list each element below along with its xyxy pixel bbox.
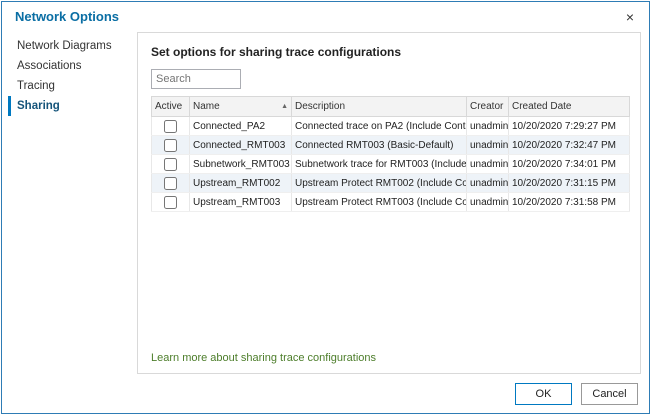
creator-cell: unadmin xyxy=(467,136,509,155)
column-header-description[interactable]: Description xyxy=(292,97,467,117)
table-row[interactable]: Connected_RMT003 Connected RMT003 (Basic… xyxy=(152,136,630,155)
sort-ascending-icon: ▲ xyxy=(281,103,288,110)
learn-more-link[interactable]: Learn more about sharing trace configura… xyxy=(151,352,376,364)
creator-cell: unadmin xyxy=(467,117,509,136)
table-row[interactable]: Connected_PA2 Connected trace on PA2 (In… xyxy=(152,117,630,136)
titlebar: Network Options × xyxy=(2,2,649,32)
created-date-cell: 10/20/2020 7:31:15 PM xyxy=(509,174,630,193)
creator-cell: unadmin xyxy=(467,174,509,193)
created-date-cell: 10/20/2020 7:31:58 PM xyxy=(509,193,630,212)
active-checkbox[interactable] xyxy=(164,196,177,209)
active-checkbox[interactable] xyxy=(164,120,177,133)
table-header-row: Active Name ▲ Description Creator Create… xyxy=(152,97,630,117)
active-cell xyxy=(152,193,190,212)
active-cell xyxy=(152,155,190,174)
name-cell: Connected_RMT003 xyxy=(190,136,292,155)
close-icon[interactable]: × xyxy=(619,6,641,28)
column-header-creator[interactable]: Creator xyxy=(467,97,509,117)
created-date-cell: 10/20/2020 7:34:01 PM xyxy=(509,155,630,174)
table-row[interactable]: Subnetwork_RMT003 Subnetwork trace for R… xyxy=(152,155,630,174)
search-input[interactable] xyxy=(151,69,241,89)
column-header-active[interactable]: Active xyxy=(152,97,190,117)
dialog-footer: OK Cancel xyxy=(515,383,638,405)
active-cell xyxy=(152,174,190,193)
active-checkbox[interactable] xyxy=(164,158,177,171)
name-cell: Upstream_RMT003 xyxy=(190,193,292,212)
description-cell: Upstream Protect RMT003 (Include Content… xyxy=(292,193,467,212)
active-cell xyxy=(152,136,190,155)
created-date-cell: 10/20/2020 7:29:27 PM xyxy=(509,117,630,136)
name-cell: Connected_PA2 xyxy=(190,117,292,136)
trace-config-table: Active Name ▲ Description Creator Create… xyxy=(151,96,630,212)
created-date-cell: 10/20/2020 7:32:47 PM xyxy=(509,136,630,155)
name-cell: Subnetwork_RMT003 xyxy=(190,155,292,174)
dialog-title: Network Options xyxy=(15,9,119,24)
column-header-created-date[interactable]: Created Date xyxy=(509,97,630,117)
ok-button[interactable]: OK xyxy=(515,383,572,405)
column-header-name[interactable]: Name ▲ xyxy=(190,97,292,117)
creator-cell: unadmin xyxy=(467,193,509,212)
active-cell xyxy=(152,117,190,136)
sidebar-item-sharing[interactable]: Sharing xyxy=(8,96,137,116)
creator-cell: unadmin xyxy=(467,155,509,174)
description-cell: Connected trace on PA2 (Include Containe… xyxy=(292,117,467,136)
table-row[interactable]: Upstream_RMT002 Upstream Protect RMT002 … xyxy=(152,174,630,193)
sidebar-item-associations[interactable]: Associations xyxy=(8,56,137,76)
cancel-button[interactable]: Cancel xyxy=(581,383,638,405)
table-row[interactable]: Upstream_RMT003 Upstream Protect RMT003 … xyxy=(152,193,630,212)
panel-heading: Set options for sharing trace configurat… xyxy=(151,45,640,59)
sharing-panel: Set options for sharing trace configurat… xyxy=(137,32,641,374)
active-checkbox[interactable] xyxy=(164,139,177,152)
description-cell: Subnetwork trace for RMT003 (Include Con… xyxy=(292,155,467,174)
name-cell: Upstream_RMT002 xyxy=(190,174,292,193)
description-cell: Upstream Protect RMT002 (Include Contain… xyxy=(292,174,467,193)
sidebar-item-network-diagrams[interactable]: Network Diagrams xyxy=(8,36,137,56)
sidebar-item-tracing[interactable]: Tracing xyxy=(8,76,137,96)
network-options-dialog: Network Options × Network Diagrams Assoc… xyxy=(1,1,650,414)
description-cell: Connected RMT003 (Basic-Default) xyxy=(292,136,467,155)
sidebar: Network Diagrams Associations Tracing Sh… xyxy=(2,36,137,116)
active-checkbox[interactable] xyxy=(164,177,177,190)
